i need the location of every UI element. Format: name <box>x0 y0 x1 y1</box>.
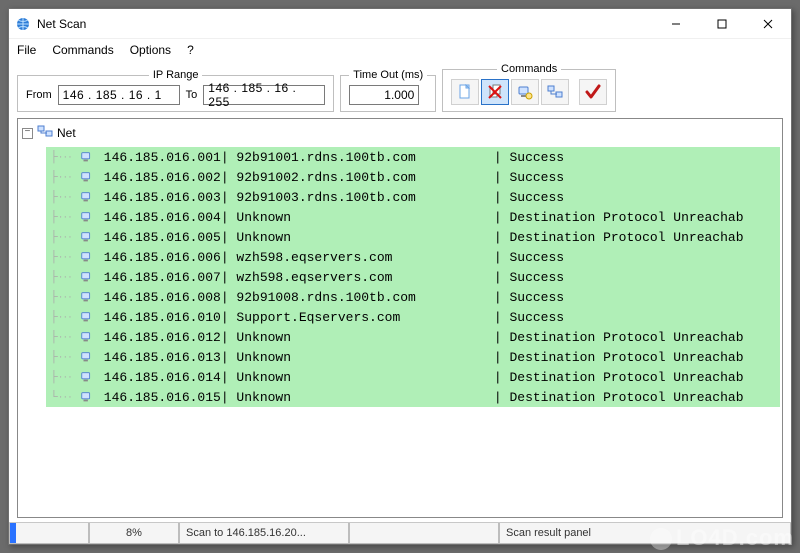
tree-root-label: Net <box>57 126 76 140</box>
progress-bar <box>9 523 89 544</box>
menu-bar: File Commands Options ? <box>9 39 791 63</box>
ip-range-label: IP Range <box>149 69 203 81</box>
host-icon <box>517 84 533 100</box>
result-row-text: 146.185.016.008| 92b91008.rdns.100tb.com… <box>96 290 780 305</box>
ip-to-input[interactable]: 146 . 185 . 16 . 255 <box>203 85 325 105</box>
host-node-icon <box>78 210 96 224</box>
host-node-icon <box>78 230 96 244</box>
result-row[interactable]: ├··· 146.185.016.006| wzh598.eqservers.c… <box>46 247 780 267</box>
host-node-icon <box>78 390 96 404</box>
tree-branch-icon: ├··· <box>46 251 78 263</box>
tree-branch-icon: ├··· <box>46 371 78 383</box>
host-node-icon <box>78 190 96 204</box>
result-row[interactable]: ├··· 146.185.016.010| Support.Eqservers.… <box>46 307 780 327</box>
maximize-button[interactable] <box>699 9 745 38</box>
window-title: Net Scan <box>37 17 653 31</box>
host-node-icon <box>78 350 96 364</box>
result-row[interactable]: ├··· 146.185.016.014| Unknown | Destinat… <box>46 367 780 387</box>
result-row[interactable]: ├··· 146.185.016.007| wzh598.eqservers.c… <box>46 267 780 287</box>
result-row-text: 146.185.016.002| 92b91002.rdns.100tb.com… <box>96 170 780 185</box>
host-node-icon <box>78 330 96 344</box>
host-node-icon <box>78 370 96 384</box>
app-window: Net Scan File Commands Options ? IP Rang… <box>8 8 792 545</box>
tree-branch-icon: ├··· <box>46 171 78 183</box>
host-node-icon <box>78 150 96 164</box>
host-node-icon <box>78 310 96 324</box>
tree-branch-icon: └··· <box>46 391 78 403</box>
tree-branch-icon: ├··· <box>46 151 78 163</box>
result-row-text: 146.185.016.012| Unknown | Destination P… <box>96 330 780 345</box>
tree-branch-icon: ├··· <box>46 311 78 323</box>
result-row-text: 146.185.016.004| Unknown | Destination P… <box>96 210 780 225</box>
result-row[interactable]: ├··· 146.185.016.008| 92b91008.rdns.100t… <box>46 287 780 307</box>
commands-label: Commands <box>497 63 561 75</box>
close-button[interactable] <box>745 9 791 38</box>
result-row-text: 146.185.016.001| 92b91001.rdns.100tb.com… <box>96 150 780 165</box>
tree-branch-icon: ├··· <box>46 291 78 303</box>
network-icon <box>547 84 563 100</box>
title-bar: Net Scan <box>9 9 791 39</box>
tree-branch-icon: ├··· <box>46 231 78 243</box>
results-panel[interactable]: − Net ├··· 146.185.016.001| 92b91001.rdn… <box>17 118 783 518</box>
host-node-icon <box>78 290 96 304</box>
tree-branch-icon: ├··· <box>46 331 78 343</box>
result-row-text: 146.185.016.010| Support.Eqservers.com |… <box>96 310 780 325</box>
tree-root[interactable]: − Net <box>20 121 780 147</box>
result-row-text: 146.185.016.005| Unknown | Destination P… <box>96 230 780 245</box>
net-root-icon <box>37 123 53 143</box>
progress-percent: 8% <box>89 523 179 544</box>
result-row-text: 146.185.016.007| wzh598.eqservers.com | … <box>96 270 780 285</box>
host-button[interactable] <box>511 79 539 105</box>
to-label: To <box>186 89 198 101</box>
new-scan-button[interactable] <box>451 79 479 105</box>
tree-branch-icon: ├··· <box>46 351 78 363</box>
new-document-icon <box>457 84 473 100</box>
timeout-group: Time Out (ms) 1.000 <box>340 69 436 112</box>
status-bar: 8% Scan to 146.185.16.20... Scan result … <box>9 522 791 544</box>
result-row[interactable]: ├··· 146.185.016.002| 92b91002.rdns.100t… <box>46 167 780 187</box>
scan-to-status: Scan to 146.185.16.20... <box>179 523 349 544</box>
toolbar: IP Range From 146 . 185 . 16 . 1 To 146 … <box>9 63 791 118</box>
scan-result-panel-label: Scan result panel <box>499 523 791 544</box>
check-button[interactable] <box>579 79 607 105</box>
timeout-label: Time Out (ms) <box>349 69 427 81</box>
tree-branch-icon: ├··· <box>46 191 78 203</box>
result-row[interactable]: ├··· 146.185.016.005| Unknown | Destinat… <box>46 227 780 247</box>
status-blank <box>349 523 499 544</box>
network-button[interactable] <box>541 79 569 105</box>
app-icon <box>15 16 31 32</box>
result-row-text: 146.185.016.014| Unknown | Destination P… <box>96 370 780 385</box>
ip-from-input[interactable]: 146 . 185 . 16 . 1 <box>58 85 180 105</box>
tree-branch-icon: ├··· <box>46 211 78 223</box>
result-row-text: 146.185.016.003| 92b91003.rdns.100tb.com… <box>96 190 780 205</box>
commands-group: Commands <box>442 63 616 112</box>
expander-icon[interactable]: − <box>22 128 33 139</box>
host-node-icon <box>78 170 96 184</box>
minimize-button[interactable] <box>653 9 699 38</box>
result-row-text: 146.185.016.006| wzh598.eqservers.com | … <box>96 250 780 265</box>
result-row[interactable]: ├··· 146.185.016.001| 92b91001.rdns.100t… <box>46 147 780 167</box>
check-icon <box>585 84 601 100</box>
timeout-input[interactable]: 1.000 <box>349 85 419 105</box>
host-node-icon <box>78 250 96 264</box>
result-row[interactable]: └··· 146.185.016.015| Unknown | Destinat… <box>46 387 780 407</box>
result-row-text: 146.185.016.013| Unknown | Destination P… <box>96 350 780 365</box>
from-label: From <box>26 89 52 101</box>
stop-scan-icon <box>487 84 503 100</box>
menu-commands[interactable]: Commands <box>52 43 113 57</box>
tree-branch-icon: ├··· <box>46 271 78 283</box>
window-buttons <box>653 9 791 38</box>
host-node-icon <box>78 270 96 284</box>
result-row-text: 146.185.016.015| Unknown | Destination P… <box>96 390 780 405</box>
menu-file[interactable]: File <box>17 43 36 57</box>
ip-range-group: IP Range From 146 . 185 . 16 . 1 To 146 … <box>17 69 334 112</box>
stop-scan-button[interactable] <box>481 79 509 105</box>
result-row[interactable]: ├··· 146.185.016.003| 92b91003.rdns.100t… <box>46 187 780 207</box>
menu-options[interactable]: Options <box>130 43 171 57</box>
result-row[interactable]: ├··· 146.185.016.012| Unknown | Destinat… <box>46 327 780 347</box>
result-row[interactable]: ├··· 146.185.016.013| Unknown | Destinat… <box>46 347 780 367</box>
result-row[interactable]: ├··· 146.185.016.004| Unknown | Destinat… <box>46 207 780 227</box>
menu-help[interactable]: ? <box>187 43 194 57</box>
